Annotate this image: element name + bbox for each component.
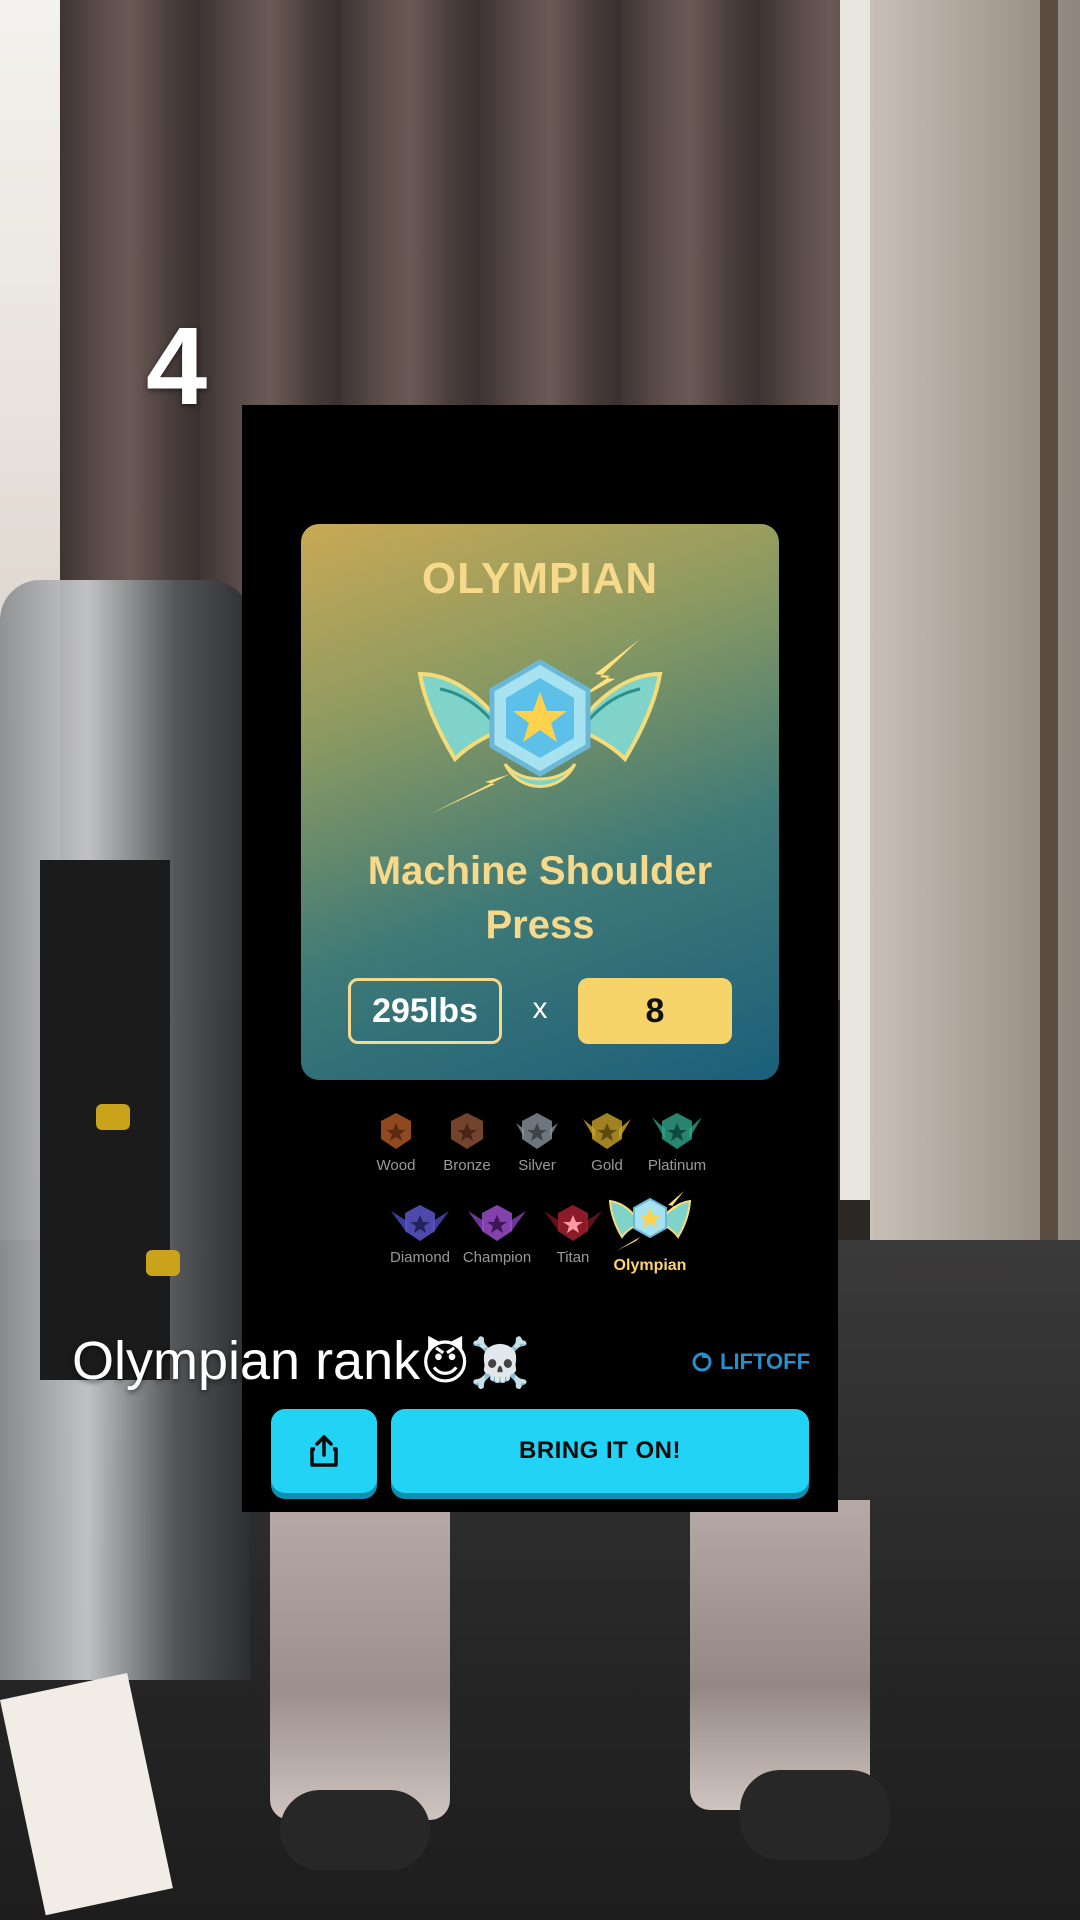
rank-title: OLYMPIAN bbox=[421, 554, 659, 603]
bg-pillar bbox=[1040, 0, 1058, 1300]
gold-badge-icon bbox=[583, 1113, 631, 1149]
champion-badge-icon bbox=[468, 1205, 526, 1241]
diamond-badge-icon bbox=[391, 1205, 449, 1241]
reps-value: 8 bbox=[578, 978, 732, 1044]
bg-shoe-right bbox=[740, 1770, 890, 1860]
olympian-badge-icon bbox=[410, 634, 670, 814]
bg-leg-left bbox=[270, 1500, 450, 1820]
tier-olympian: Olympian bbox=[605, 1191, 695, 1275]
exercise-name: Machine Shoulder Press bbox=[367, 849, 713, 947]
bg-leg-right bbox=[690, 1500, 870, 1810]
tier-platinum: Platinum bbox=[632, 1111, 722, 1174]
brand-logo: LIFTOFF bbox=[690, 1349, 810, 1375]
brand-name: LIFTOFF bbox=[720, 1349, 811, 1374]
share-button[interactable] bbox=[271, 1409, 377, 1493]
caption-text: Olympian rank bbox=[72, 1331, 421, 1391]
step-number: 4 bbox=[146, 305, 208, 428]
caption-emojis: 😈☠️ bbox=[420, 1337, 530, 1390]
bg-shoe-left bbox=[280, 1790, 430, 1870]
bring-it-on-button[interactable]: BRING IT ON! bbox=[391, 1409, 809, 1493]
liftoff-logo-icon bbox=[692, 1352, 712, 1372]
times-symbol: x bbox=[532, 992, 548, 1025]
silver-badge-icon bbox=[516, 1113, 558, 1149]
olympian-small-badge-icon bbox=[608, 1191, 692, 1251]
titan-badge-icon bbox=[544, 1205, 602, 1241]
bronze-badge-icon bbox=[451, 1113, 483, 1149]
bg-machine-knob bbox=[96, 1104, 130, 1130]
wood-badge-icon bbox=[381, 1113, 411, 1149]
rank-card: OLYMPIAN Machine Shoulder Press 295lbs x… bbox=[301, 524, 779, 1080]
platinum-badge-icon bbox=[652, 1113, 702, 1149]
share-icon bbox=[310, 1435, 338, 1467]
weight-value: 295lbs bbox=[348, 978, 502, 1044]
bg-window-right bbox=[840, 0, 870, 1200]
caption-overlay: Olympian rank😈☠️ bbox=[72, 1334, 530, 1388]
bg-machine-knob bbox=[146, 1250, 180, 1276]
